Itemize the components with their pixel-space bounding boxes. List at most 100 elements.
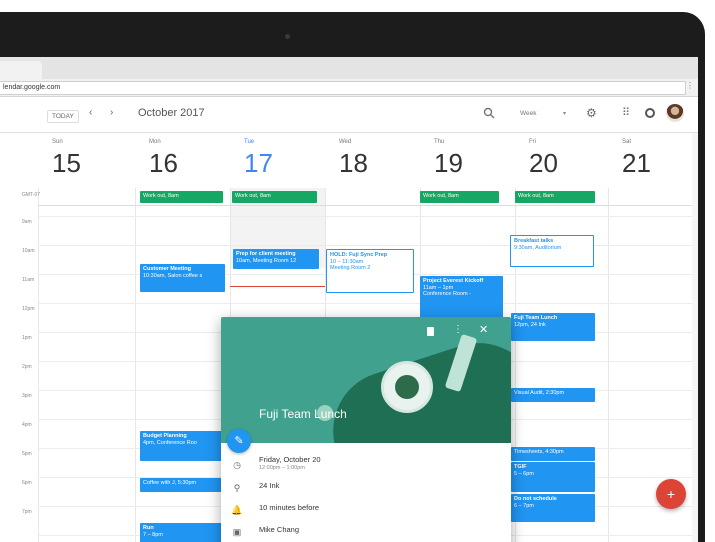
event-detail: 7 – 8pm [143, 531, 163, 538]
day-header-wed[interactable]: Wed 18 [325, 133, 420, 188]
event-workout-tue[interactable]: Work out, 8am [232, 191, 317, 203]
day-header-thu[interactable]: Thu 19 [420, 133, 515, 188]
event-detail: 10 – 11:30am [330, 258, 364, 265]
day-number: 19 [434, 148, 463, 178]
camera-dot [285, 34, 290, 39]
next-week-icon[interactable]: › [110, 107, 113, 118]
day-of-week: Mon [149, 139, 161, 145]
day-number: 16 [149, 148, 178, 178]
day-of-week: Fri [529, 139, 536, 145]
close-icon[interactable]: ✕ [479, 323, 488, 336]
event-workout-mon[interactable]: Work out, 8am [140, 191, 223, 203]
plate-illustration [381, 361, 433, 413]
browser-tab[interactable] [0, 61, 42, 79]
event-detail: 4pm, Conference Roo [143, 439, 197, 446]
location-pin-icon: ⚲ [233, 483, 241, 493]
screen: lendar.google.com ⋮ TODAY ‹ › October 20… [0, 57, 698, 542]
day-header-sun[interactable]: Sun 15 [38, 133, 135, 188]
event-detail: 9:30am, Auditorium [514, 244, 562, 251]
notifications-icon[interactable] [645, 108, 655, 118]
time-label: 6pm [22, 480, 32, 486]
day-number: 18 [339, 148, 368, 178]
event-breakfast-talks[interactable]: Breakfast talks 9:30am, Auditorium [510, 235, 594, 267]
event-location: 24 Ink [259, 481, 280, 490]
event-prep-client[interactable]: Prep for client meeting 10am, Meeting Ro… [233, 249, 319, 269]
search-icon[interactable] [483, 107, 495, 119]
event-visual-audit[interactable]: Visual Audit, 2:30pm [511, 388, 595, 402]
clock-icon: ◷ [233, 460, 241, 470]
laptop-bezel: lendar.google.com ⋮ TODAY ‹ › October 20… [0, 12, 705, 542]
event-owner: Mike Chang [259, 525, 300, 534]
more-icon[interactable]: ⋮ [453, 324, 463, 335]
event-coffee[interactable]: Coffee with J, 5:30pm [140, 478, 225, 492]
day-header-fri[interactable]: Fri 20 [515, 133, 608, 188]
create-event-button[interactable]: + [656, 479, 686, 509]
time-label: 1pm [22, 335, 32, 341]
today-button[interactable]: TODAY [47, 110, 79, 123]
day-of-week: Wed [339, 139, 352, 145]
event-detail: 6 – 7pm [514, 502, 534, 509]
time-label: 5pm [22, 451, 32, 457]
day-number: 21 [622, 148, 651, 178]
day-number: 17 [244, 148, 273, 178]
day-of-week: Sun [52, 139, 63, 145]
day-number: 20 [529, 148, 558, 178]
time-label: 9am [22, 219, 32, 225]
prev-week-icon[interactable]: ‹ [89, 107, 92, 118]
bell-icon: 🔔 [231, 505, 243, 515]
day-header-sat[interactable]: Sat 21 [608, 133, 698, 188]
avatar[interactable] [666, 104, 684, 122]
event-detail: 10:30am, Salon coffee s [143, 272, 203, 279]
event-detail-popup: Fuji Team Lunch ⋮ ✕ ✎ ◷ Friday, October … [221, 317, 511, 542]
event-reminder: 10 minutes before [259, 503, 320, 512]
event-detail: Meeting Room 2 [330, 265, 371, 271]
event-do-not-schedule[interactable]: Do not schedule 6 – 7pm [511, 494, 595, 522]
event-workout-fri[interactable]: Work out, 8am [515, 191, 595, 203]
time-label: 3pm [22, 393, 32, 399]
hour-line [38, 216, 698, 217]
popup-row-owner: ▣ Mike Chang [221, 523, 511, 542]
calendar-icon: ▣ [232, 527, 242, 537]
time-label: 7pm [22, 509, 32, 515]
trash-icon[interactable] [427, 327, 434, 336]
popup-row-location: ⚲ 24 Ink [221, 479, 511, 499]
address-field[interactable]: lendar.google.com [0, 81, 686, 95]
day-of-week: Thu [434, 139, 445, 145]
event-timesheets[interactable]: Timesheets, 4:30pm [511, 447, 595, 461]
time-label: GMT-07 [22, 192, 41, 198]
popup-title: Fuji Team Lunch [259, 407, 347, 421]
event-run[interactable]: Run 7 – 8pm [140, 523, 225, 542]
event-date: Friday, October 20 [259, 455, 321, 464]
event-tgif[interactable]: TGIF 5 – 6pm [511, 462, 595, 492]
browser-tabstrip [0, 57, 698, 79]
event-workout-thu[interactable]: Work out, 8am [420, 191, 499, 203]
event-budget-planning[interactable]: Budget Planning 4pm, Conference Roo [140, 431, 225, 461]
browser-urlbar: lendar.google.com ⋮ [0, 79, 698, 97]
chevron-down-icon[interactable]: ▾ [563, 110, 566, 117]
apps-grid-icon[interactable]: ⠿ [622, 107, 630, 119]
event-time: 12:00pm – 1:00pm [259, 465, 305, 471]
browser-menu-icon[interactable]: ⋮ [686, 81, 694, 90]
time-label: 2pm [22, 364, 32, 370]
gear-icon[interactable]: ⚙ [586, 107, 597, 119]
day-number: 15 [52, 148, 81, 178]
calendar-toolbar: TODAY ‹ › October 2017 Week ▾ ⚙ ⠿ [0, 97, 698, 133]
hour-line [38, 303, 698, 304]
day-header-tue[interactable]: Tue 17 [230, 133, 325, 188]
edit-button[interactable]: ✎ [227, 429, 251, 453]
month-title: October 2017 [138, 107, 205, 119]
event-hold-fuji-sync[interactable]: HOLD: Fuji Sync Prep 10 – 11:30am Meetin… [326, 249, 414, 293]
column-divider [608, 188, 609, 542]
day-of-week: Tue [244, 139, 255, 145]
event-detail: 5 – 6pm [514, 470, 534, 477]
scrollbar[interactable] [692, 133, 698, 542]
day-header-mon[interactable]: Mon 16 [135, 133, 230, 188]
device-frame: lendar.google.com ⋮ TODAY ‹ › October 20… [0, 0, 715, 542]
event-detail: 11am – 1pm [423, 284, 454, 291]
event-customer-meeting[interactable]: Customer Meeting 10:30am, Salon coffee s [140, 264, 225, 292]
time-label: 12pm [22, 306, 35, 312]
event-fuji-team-lunch[interactable]: Fuji Team Lunch 12pm, 24 Ink [511, 313, 595, 341]
event-detail: 10am, Meeting Room 12 [236, 257, 297, 264]
view-select[interactable]: Week [520, 110, 575, 117]
event-detail: 12pm, 24 Ink [514, 321, 546, 328]
